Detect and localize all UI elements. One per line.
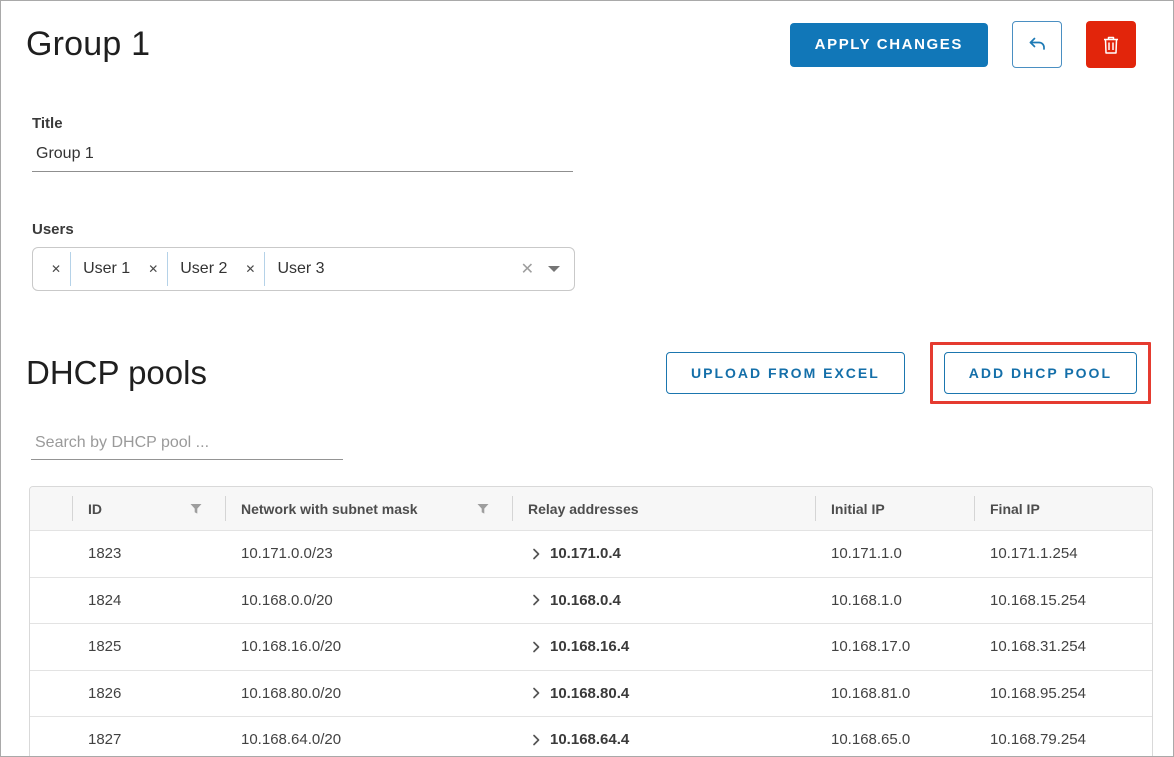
column-header-id[interactable]: ID [72, 487, 225, 530]
undo-button[interactable] [1012, 21, 1062, 68]
cell-relay-value: 10.168.80.4 [550, 684, 630, 702]
cell-final-ip: 10.171.1.254 [990, 545, 1078, 563]
header-actions: APPLY CHANGES [789, 21, 1136, 68]
column-label: Initial IP [831, 500, 885, 517]
dhcp-buttons: UPLOAD FROM EXCEL ADD DHCP POOL [666, 342, 1151, 404]
table-row: 1826 10.168.80.0/20 10.168.80.4 10.168.8… [30, 669, 1152, 717]
cell-relay: 10.168.0.4 [512, 578, 815, 624]
cell-network: 10.168.0.0/20 [241, 591, 333, 609]
table-row: 1824 10.168.0.0/20 10.168.0.4 10.168.1.0… [30, 576, 1152, 624]
cell-initial-ip: 10.171.1.0 [831, 545, 902, 563]
cell-final-ip: 10.168.31.254 [990, 638, 1086, 656]
cell-relay-value: 10.168.0.4 [550, 591, 621, 609]
user-chip-label: User 1 [83, 260, 131, 277]
expand-chevron-icon[interactable] [529, 733, 543, 747]
cell-network: 10.168.80.0/20 [241, 684, 342, 702]
user-chip-label: User 2 [180, 260, 228, 277]
column-label: Network with subnet mask [241, 500, 418, 517]
cell-relay: 10.168.80.4 [512, 671, 815, 717]
cell-network: 10.168.16.0/20 [241, 638, 342, 656]
dropdown-caret-icon[interactable] [548, 266, 560, 272]
column-header-final-ip[interactable]: Final IP [974, 487, 1152, 530]
column-label: Final IP [990, 500, 1040, 517]
title-field: Title [32, 115, 573, 172]
title-label: Title [32, 115, 63, 132]
cell-relay: 10.171.0.4 [512, 531, 815, 577]
row-spacer [30, 624, 72, 670]
column-label: Relay addresses [528, 500, 639, 517]
column-header-network[interactable]: Network with subnet mask [225, 487, 512, 530]
cell-final-ip: 10.168.95.254 [990, 684, 1086, 702]
add-dhcp-pool-button[interactable]: ADD DHCP POOL [943, 352, 1137, 394]
cell-initial-ip: 10.168.1.0 [831, 591, 902, 609]
cell-initial-ip: 10.168.17.0 [831, 638, 911, 656]
dhcp-pools-title: DHCP pools [26, 354, 207, 391]
expand-chevron-icon[interactable] [529, 686, 543, 700]
trash-icon [1101, 34, 1121, 56]
table-row: 1823 10.171.0.0/23 10.171.0.4 10.171.1.0… [30, 530, 1152, 577]
remove-user-icon[interactable]: ✕ [237, 262, 264, 276]
dhcp-search [31, 430, 1173, 460]
expand-chevron-icon[interactable] [529, 547, 543, 561]
users-multiselect[interactable]: ✕ User 1 ✕ User 2 ✕ User 3 ✕ [32, 247, 575, 291]
remove-user-icon[interactable]: ✕ [43, 262, 70, 276]
column-header-initial-ip[interactable]: Initial IP [815, 487, 974, 530]
cell-id: 1823 [88, 545, 122, 563]
header-spacer [30, 487, 72, 530]
cell-final-ip: 10.168.79.254 [990, 731, 1086, 749]
undo-icon [1026, 34, 1048, 56]
user-chips: ✕ User 1 ✕ User 2 ✕ User 3 [43, 248, 515, 290]
cell-relay: 10.168.64.4 [512, 717, 815, 756]
clear-users-icon[interactable]: ✕ [515, 259, 540, 279]
table-row: 1825 10.168.16.0/20 10.168.16.4 10.168.1… [30, 623, 1152, 670]
row-spacer [30, 671, 72, 717]
remove-user-icon[interactable]: ✕ [140, 262, 167, 276]
column-label: ID [88, 500, 102, 517]
delete-button[interactable] [1086, 21, 1136, 68]
row-spacer [30, 717, 72, 756]
cell-initial-ip: 10.168.81.0 [831, 684, 911, 702]
row-spacer [30, 578, 72, 624]
expand-chevron-icon[interactable] [529, 593, 543, 607]
table-row: 1827 10.168.64.0/20 10.168.64.4 10.168.6… [30, 716, 1152, 756]
filter-icon[interactable] [477, 503, 489, 515]
cell-relay-value: 10.171.0.4 [550, 545, 621, 563]
cell-network: 10.168.64.0/20 [241, 731, 342, 749]
cell-id: 1827 [88, 731, 122, 749]
cell-id: 1824 [88, 591, 122, 609]
group-detail-page: Group 1 APPLY CHANGES Title Group 1 User… [0, 0, 1174, 757]
users-field: Users ✕ User 1 ✕ User 2 ✕ User 3 ✕ [32, 221, 575, 291]
user-chip: ✕ User 2 [140, 248, 237, 290]
dhcp-search-input[interactable] [31, 430, 343, 460]
dhcp-pools-table: ID Network with subnet mask Relay addres… [29, 486, 1153, 756]
cell-id: 1826 [88, 684, 122, 702]
filter-icon[interactable] [190, 503, 202, 515]
dhcp-section-header: DHCP pools UPLOAD FROM EXCEL ADD DHCP PO… [26, 342, 1151, 404]
apply-changes-button[interactable]: APPLY CHANGES [789, 22, 988, 67]
table-body: 1823 10.171.0.0/23 10.171.0.4 10.171.1.0… [30, 530, 1152, 756]
upload-from-excel-button[interactable]: UPLOAD FROM EXCEL [666, 352, 905, 394]
cell-initial-ip: 10.168.65.0 [831, 731, 911, 749]
page-title: Group 1 [26, 25, 151, 63]
user-chip: ✕ User 3 [237, 248, 334, 290]
user-chip-label: User 3 [277, 260, 325, 277]
cell-relay: 10.168.16.4 [512, 624, 815, 670]
row-spacer [30, 531, 72, 577]
cell-id: 1825 [88, 638, 122, 656]
user-chip: ✕ User 1 [43, 248, 140, 290]
page-header: Group 1 APPLY CHANGES [26, 21, 1136, 68]
cell-relay-value: 10.168.64.4 [550, 731, 630, 749]
users-label: Users [32, 221, 74, 238]
red-highlight-annotation: ADD DHCP POOL [929, 342, 1151, 404]
cell-relay-value: 10.168.16.4 [550, 638, 630, 656]
cell-final-ip: 10.168.15.254 [990, 591, 1086, 609]
title-input[interactable] [32, 141, 573, 172]
expand-chevron-icon[interactable] [529, 640, 543, 654]
cell-network: 10.171.0.0/23 [241, 545, 333, 563]
column-header-relay[interactable]: Relay addresses [512, 487, 815, 530]
table-header-row: ID Network with subnet mask Relay addres… [30, 487, 1152, 530]
